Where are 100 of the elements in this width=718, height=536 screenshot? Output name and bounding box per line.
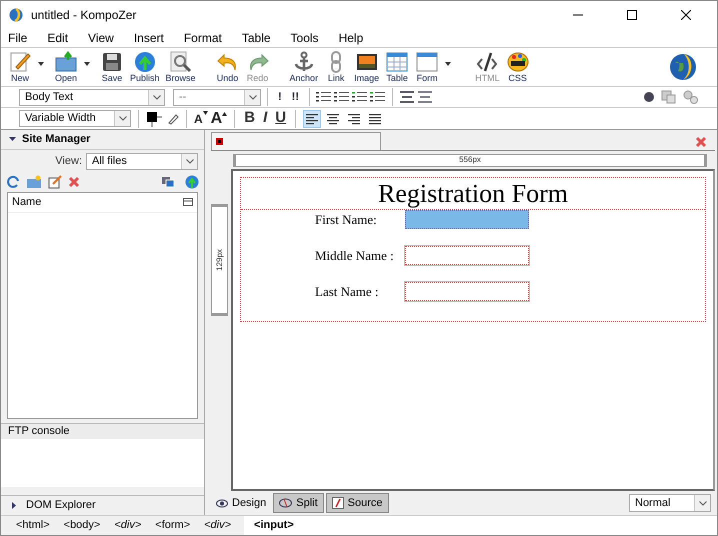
larger-font-button[interactable]: A (210, 110, 228, 126)
bold-button[interactable]: B (242, 107, 258, 130)
align-icon (368, 112, 382, 126)
toolbar-button[interactable]: Table (382, 50, 412, 84)
pencil-page-icon (8, 50, 32, 72)
ftp-console-title: FTP console (1, 424, 204, 439)
site-manager-header[interactable]: Site Manager (1, 130, 204, 150)
tag-breadcrumb[interactable]: <body> (58, 517, 106, 534)
html-file-icon (216, 138, 223, 145)
highlight-pen-icon[interactable] (167, 112, 179, 124)
toolbar-button[interactable]: CSS (502, 50, 533, 84)
align-icon (347, 112, 362, 126)
eye-icon (216, 498, 228, 508)
column-picker-icon[interactable] (183, 198, 193, 208)
align-icon (305, 112, 320, 126)
menu-item[interactable]: Help (336, 29, 366, 47)
column-header[interactable]: Name (12, 194, 183, 211)
paragraph-style-select[interactable]: Body Text (19, 88, 165, 106)
view-select[interactable]: All files (86, 152, 198, 170)
windows-icon[interactable] (161, 175, 175, 189)
maximize-icon[interactable] (627, 10, 637, 20)
layer-stack-icon[interactable] (661, 90, 677, 104)
tag-breadcrumb[interactable]: <div> (109, 517, 146, 534)
toolbar-button[interactable]: Publish (127, 50, 163, 84)
emphasis-button[interactable]: !! (288, 88, 303, 106)
dropdown-arrow-icon[interactable] (445, 62, 452, 66)
layer-icon[interactable] (643, 91, 655, 103)
table-grid-icon (385, 50, 410, 72)
field-label: Middle Name : (315, 246, 395, 265)
font-select[interactable]: -- (173, 88, 261, 106)
document-tab[interactable] (211, 132, 381, 150)
text-color-icon[interactable] (146, 110, 164, 126)
field-label: Last Name : (315, 282, 380, 301)
expand-arrow-icon[interactable] (11, 502, 18, 509)
align-button[interactable] (303, 110, 322, 128)
menu-item[interactable]: Format (180, 29, 225, 47)
rule-above-icon[interactable] (399, 90, 415, 104)
view-tab[interactable]: Split (273, 493, 324, 513)
tag-breadcrumb[interactable]: <input> (244, 516, 717, 535)
width-select[interactable]: Variable Width (19, 110, 131, 127)
height-ruler: 129px (211, 204, 228, 316)
menu-item[interactable]: Tools (288, 29, 322, 47)
close-icon[interactable] (681, 10, 691, 20)
delete-icon[interactable] (68, 176, 80, 188)
magnifier-icon (168, 50, 193, 72)
code-page-icon (332, 497, 344, 509)
window-form-icon (415, 50, 440, 72)
code-tag-icon (475, 50, 500, 72)
smaller-font-button[interactable]: A (194, 110, 208, 128)
bullet-list-icon[interactable] (334, 90, 350, 104)
field-label: First Name: (315, 210, 378, 229)
toolbar-button[interactable]: Anchor (286, 50, 322, 84)
collapse-arrow-icon[interactable] (9, 136, 16, 143)
dropdown-arrow-icon[interactable] (84, 62, 90, 66)
text-input-field[interactable] (405, 210, 529, 229)
view-tab[interactable]: Source (326, 493, 389, 513)
folder-icon (54, 50, 78, 72)
menu-item[interactable]: Insert (130, 29, 167, 47)
globe-logo-icon (669, 53, 697, 81)
text-input-field[interactable] (405, 282, 529, 301)
view-label: View: (55, 154, 82, 169)
tag-breadcrumb[interactable]: <div> (199, 517, 236, 534)
toolbar-button[interactable]: New (5, 50, 51, 84)
toolbar-button[interactable]: Open (51, 50, 97, 84)
layer-link-icon[interactable] (683, 90, 699, 104)
refresh-icon[interactable] (6, 175, 20, 189)
edit-icon[interactable] (48, 175, 62, 189)
toolbar-button[interactable]: Browse (162, 50, 199, 84)
tag-breadcrumb[interactable]: <html> (11, 517, 55, 534)
dropdown-arrow-icon[interactable] (38, 62, 44, 66)
text-input-field[interactable] (405, 246, 529, 265)
underline-button[interactable]: U (273, 107, 288, 130)
caret-icon (222, 112, 228, 116)
toolbar-button[interactable]: Image (351, 50, 382, 84)
globe-icon (132, 50, 157, 72)
dom-explorer-header[interactable]: DOM Explorer (1, 495, 204, 515)
app-globe-icon (9, 8, 23, 22)
form-heading: Registration Form (378, 178, 568, 209)
toolbar-button[interactable]: Save (97, 50, 127, 84)
align-icon (326, 112, 340, 126)
toolbar-button[interactable]: Undo (212, 50, 243, 84)
zoom-select[interactable]: Normal (629, 494, 711, 512)
menu-item[interactable]: View (85, 29, 117, 47)
toolbar-button[interactable]: Form (412, 50, 458, 84)
rule-below-icon[interactable] (417, 90, 433, 104)
close-tab-icon[interactable] (695, 136, 707, 148)
menu-item[interactable]: File (5, 29, 30, 47)
menu-item[interactable]: Edit (44, 29, 72, 47)
menu-item[interactable]: Table (238, 29, 274, 47)
toolbar-button[interactable]: Link (321, 50, 352, 84)
globe-icon[interactable] (185, 175, 199, 189)
window-title: untitled - KompoZer (31, 7, 136, 24)
italic-button[interactable]: I (260, 107, 270, 130)
numbered-list-icon[interactable] (316, 90, 332, 104)
tag-breadcrumb[interactable]: <form> (150, 517, 196, 534)
width-ruler: 556px (233, 154, 707, 166)
caret-icon (202, 110, 208, 114)
emphasis-button[interactable]: ! (274, 88, 286, 106)
eye-code-icon (279, 497, 292, 509)
palette-icon (506, 50, 530, 72)
